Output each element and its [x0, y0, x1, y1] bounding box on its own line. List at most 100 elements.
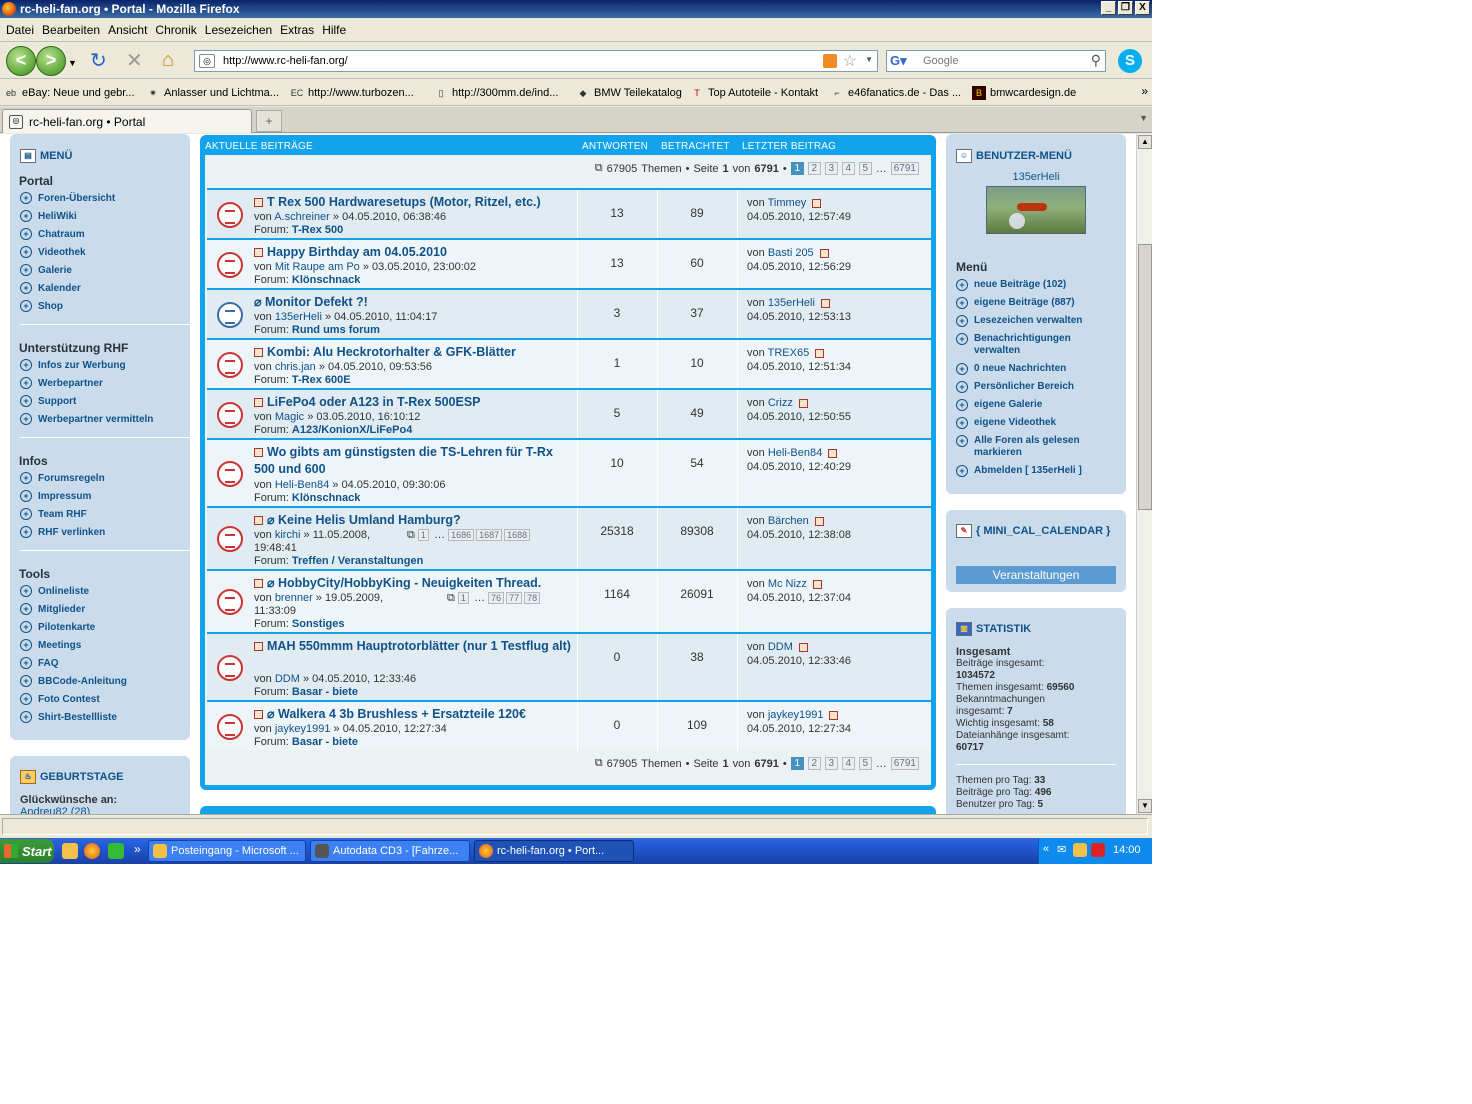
view-latest-post-icon[interactable] [798, 398, 808, 408]
topic-author-link[interactable]: 135erHeli [275, 311, 322, 323]
topic-author-link[interactable]: A.schreiner [274, 211, 330, 223]
menu-bearbeiten[interactable]: Bearbeiten [42, 23, 106, 37]
link-team-rhf[interactable]: + Team RHF [20, 508, 87, 520]
view-latest-post-icon[interactable] [828, 448, 838, 458]
tab-rc-heli-fan[interactable]: ◎ rc-heli-fan.org • Portal [2, 109, 252, 133]
menu-extras[interactable]: Extras [280, 23, 320, 37]
view-latest-post-icon[interactable] [812, 579, 822, 589]
view-latest-post-icon[interactable] [798, 642, 808, 652]
task-posteingang[interactable]: Posteingang - Microsoft ... [148, 840, 306, 862]
link-chatraum[interactable]: + Chatraum [20, 228, 85, 240]
topic-author-link[interactable]: Heli-Ben84 [275, 479, 329, 491]
search-icon[interactable]: ⚲ [1091, 52, 1101, 69]
antivirus-tray-icon[interactable] [1091, 843, 1105, 857]
link-werbepartner[interactable]: + Werbepartner [20, 377, 103, 389]
forum-link[interactable]: A123/KonionX/LiFePo4 [292, 424, 412, 436]
link-onlineliste[interactable]: + Onlineliste [20, 585, 89, 597]
page-4-link[interactable]: 4 [841, 162, 855, 175]
scroll-down-icon[interactable]: ▼ [1138, 799, 1152, 813]
app-quicklaunch-icon[interactable] [108, 843, 124, 859]
avatar[interactable] [986, 186, 1086, 234]
bookmark-bmwcardesign[interactable]: Bbmwcardesign.de [972, 86, 1076, 100]
view-latest-post-icon[interactable] [820, 298, 830, 308]
link-bbcode-anleitung[interactable]: + BBCode-Anleitung [20, 675, 127, 687]
last-post-author-link[interactable]: DDM [768, 641, 793, 653]
topic-title[interactable]: ⌀ Walkera 4 3b Brushless + Ersatzteile 1… [254, 706, 526, 723]
link-foren-uebersicht[interactable]: + Foren-Übersicht [20, 192, 115, 204]
new-tab-button[interactable]: + [256, 110, 282, 132]
topic-title[interactable]: ⌀ Monitor Defekt ?! [254, 294, 368, 311]
topic-page-link[interactable]: 1688 [504, 529, 531, 541]
link-mitglieder[interactable]: + Mitglieder [20, 603, 85, 615]
page-4-link[interactable]: 4 [841, 757, 855, 770]
forum-link[interactable]: Rund ums forum [292, 324, 380, 336]
link-alle-foren-gelesen[interactable]: + Alle Foren als gelesen markieren [956, 435, 1106, 459]
forum-link[interactable]: Klönschnack [292, 274, 360, 286]
topic-author-link[interactable]: chris.jan [275, 361, 316, 373]
menu-datei[interactable]: Datei [6, 23, 40, 37]
bookmark-top-autoteile[interactable]: T Top Autoteile - Kontakt [690, 86, 818, 100]
url-bar[interactable]: ◎ http://www.rc-heli-fan.org/ ☆ ▼ [194, 50, 878, 72]
topic-title[interactable]: ⌀ Keine Helis Umland Hamburg? [254, 512, 461, 529]
menu-chronik[interactable]: Chronik [155, 23, 202, 37]
page-1-link[interactable]: 1 [790, 757, 804, 770]
clock[interactable]: 14:00 [1113, 844, 1141, 856]
link-videothek[interactable]: + Videothek [20, 246, 86, 258]
topic-title[interactable]: Wo gibts am günstigsten die TS-Lehren fü… [254, 444, 572, 478]
google-engine-icon[interactable]: G▾ [890, 53, 907, 69]
link-forumsregeln[interactable]: + Forumsregeln [20, 472, 105, 484]
link-neue-nachrichten[interactable]: +0 neue Nachrichten [956, 363, 1066, 375]
bookmark-e46fanatics[interactable]: ⌐ e46fanatics.de - Das ... [830, 86, 961, 100]
link-kalender[interactable]: + Kalender [20, 282, 81, 294]
bookmark-ebay[interactable]: eb eBay: Neue und gebr... [4, 86, 135, 100]
page-last-link[interactable]: 6791 [890, 162, 919, 175]
topic-title[interactable]: LiFePo4 oder A123 in T-Rex 500ESP [254, 394, 481, 411]
link-foto-contest[interactable]: + Foto Contest [20, 693, 100, 705]
page-3-link[interactable]: 3 [824, 162, 838, 175]
tray-expand-icon[interactable]: « [1043, 843, 1049, 855]
quicklaunch-overflow-icon[interactable]: » [134, 842, 141, 856]
bookmark-bmw-teilekatalog[interactable]: ◆ BMW Teilekatalog [576, 86, 682, 100]
maximize-button[interactable]: ❐ [1118, 1, 1133, 15]
link-werbepartner-vermitteln[interactable]: + Werbepartner vermitteln [20, 413, 153, 425]
birthday-user-link[interactable]: Andreu82 (28) [20, 806, 90, 814]
view-latest-post-icon[interactable] [829, 710, 839, 720]
topic-author-link[interactable]: kirchi [275, 529, 301, 541]
forward-button[interactable]: > [36, 46, 66, 76]
topic-page-link[interactable]: 1686 [448, 529, 475, 541]
topic-author-link[interactable]: DDM [275, 673, 300, 685]
link-rhf-verlinken[interactable]: + RHF verlinken [20, 526, 105, 538]
site-identity-icon[interactable]: ◎ [199, 54, 215, 68]
mail-tray-icon[interactable]: ✉ [1057, 843, 1066, 856]
last-post-author-link[interactable]: 135erHeli [768, 297, 815, 309]
forum-link[interactable]: T-Rex 600E [292, 374, 351, 386]
events-button[interactable]: Veranstaltungen [956, 566, 1116, 584]
close-button[interactable]: X [1135, 1, 1150, 15]
start-button[interactable]: Start [0, 839, 54, 863]
last-post-author-link[interactable]: Heli-Ben84 [768, 447, 822, 459]
link-benachrichtigungen[interactable]: + Benachrichtigungen verwalten [956, 333, 1076, 357]
topic-author-link[interactable]: Magic [275, 411, 304, 423]
minimize-button[interactable]: _ [1101, 1, 1116, 15]
view-latest-post-icon[interactable] [815, 348, 825, 358]
topic-author-link[interactable]: jaykey1991 [275, 723, 331, 735]
username-link[interactable]: 135erHeli [946, 171, 1126, 183]
link-shop[interactable]: + Shop [20, 300, 63, 312]
bookmark-300mm[interactable]: ▯ http://300mm.de/ind... [434, 86, 559, 100]
page-1-link[interactable]: 1 [790, 162, 804, 175]
link-impressum[interactable]: + Impressum [20, 490, 91, 502]
back-button[interactable]: < [6, 46, 36, 76]
forum-link[interactable]: Basar - biete [292, 736, 358, 748]
link-eigene-galerie[interactable]: + eigene Galerie [956, 399, 1042, 411]
forum-link[interactable]: Basar - biete [292, 686, 358, 698]
topic-title[interactable]: Happy Birthday am 04.05.2010 [254, 244, 447, 261]
link-support[interactable]: + Support [20, 395, 76, 407]
topic-page-link[interactable]: 77 [506, 592, 523, 604]
scroll-up-icon[interactable]: ▲ [1138, 135, 1152, 149]
link-abmelden[interactable]: + Abmelden [ 135erHeli ] [956, 465, 1082, 477]
topic-page-link[interactable]: 1 [457, 592, 469, 604]
outlook-quicklaunch-icon[interactable] [62, 843, 78, 859]
stop-icon[interactable]: ✕ [126, 51, 143, 71]
topic-title[interactable]: ⌀ HobbyCity/HobbyKing - Neuigkeiten Thre… [254, 575, 541, 592]
page-5-link[interactable]: 5 [858, 757, 872, 770]
